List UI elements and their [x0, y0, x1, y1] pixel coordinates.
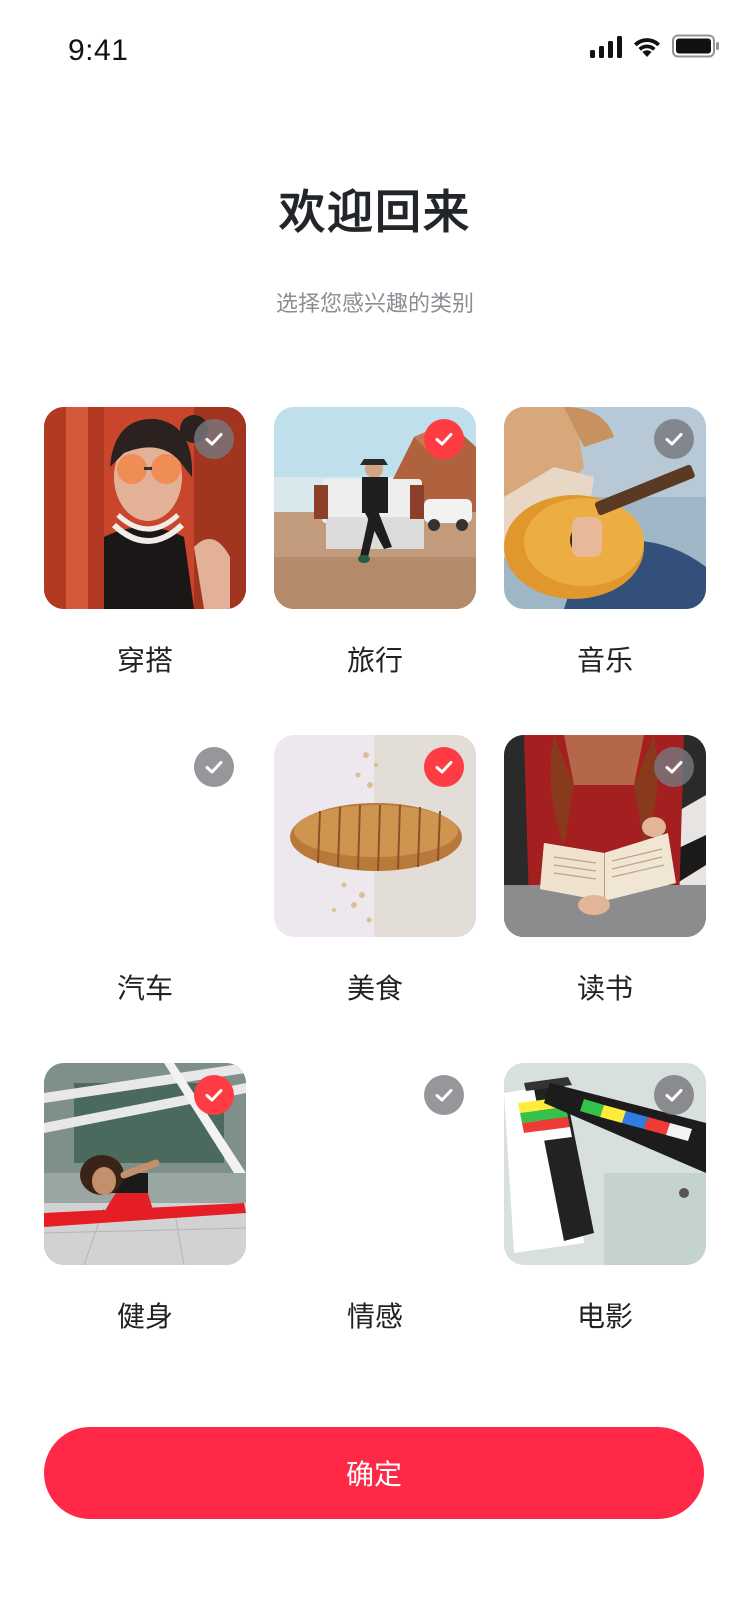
confirm-button[interactable]: 确定 — [44, 1427, 704, 1519]
cellular-signal-icon — [590, 36, 622, 58]
category-card-fashion[interactable]: 穿搭 — [44, 407, 246, 677]
status-time: 9:41 — [68, 34, 129, 67]
category-label: 穿搭 — [116, 644, 173, 677]
category-label: 电影 — [576, 1300, 633, 1333]
status-bar: 9:41 — [0, 0, 750, 96]
category-card-movies[interactable]: 电影 — [504, 1063, 706, 1333]
checkmark-icon — [654, 419, 694, 459]
category-card-music[interactable]: 音乐 — [504, 407, 706, 677]
category-label: 音乐 — [576, 644, 633, 677]
checkmark-icon — [424, 419, 464, 459]
page-subtitle: 选择您感兴趣的类别 — [275, 292, 474, 317]
category-card-emotion[interactable]: 情感 — [274, 1063, 476, 1333]
page-title: 欢迎回来 — [279, 185, 471, 239]
category-label: 汽车 — [116, 972, 173, 1005]
wifi-icon — [632, 36, 662, 58]
category-card-cars[interactable]: 汽车 — [44, 735, 246, 1005]
category-label: 情感 — [346, 1300, 403, 1333]
checkmark-icon — [194, 1075, 234, 1115]
category-label: 美食 — [346, 972, 403, 1005]
checkmark-icon — [654, 1075, 694, 1115]
checkmark-icon — [424, 747, 464, 787]
category-label: 健身 — [116, 1300, 173, 1333]
category-label: 旅行 — [346, 644, 403, 677]
checkmark-icon — [654, 747, 694, 787]
category-card-fitness[interactable]: 健身 — [44, 1063, 246, 1333]
category-card-reading[interactable]: 读书 — [504, 735, 706, 1005]
status-icons — [590, 32, 720, 58]
category-card-food[interactable]: 美食 — [274, 735, 476, 1005]
battery-icon — [672, 34, 720, 58]
category-label: 读书 — [576, 972, 633, 1005]
category-card-travel[interactable]: 旅行 — [274, 407, 476, 677]
checkmark-icon — [194, 419, 234, 459]
checkmark-icon — [424, 1075, 464, 1115]
checkmark-icon — [194, 747, 234, 787]
